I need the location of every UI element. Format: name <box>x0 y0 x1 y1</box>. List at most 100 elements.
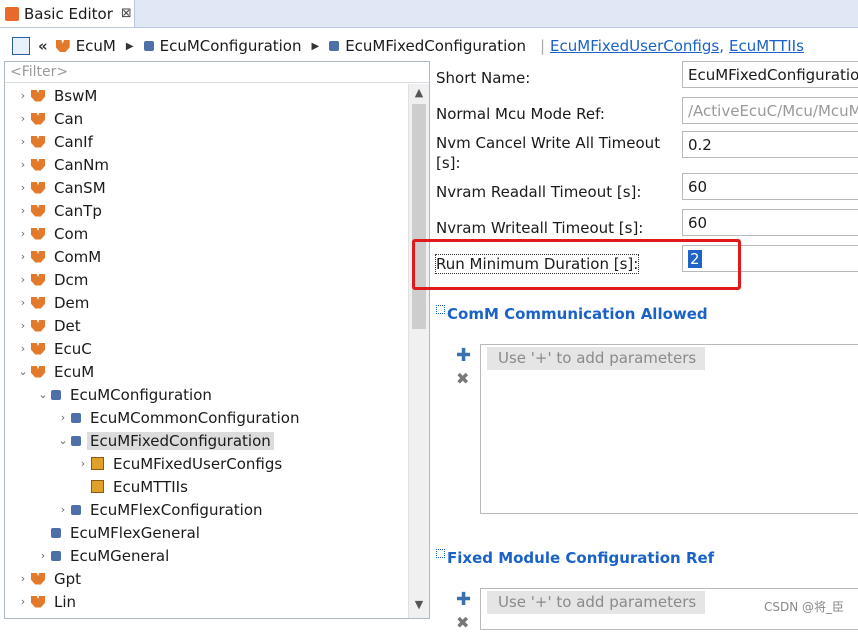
chevron-right-icon[interactable]: › <box>15 135 31 148</box>
container-icon <box>91 457 104 470</box>
tree-item[interactable]: › BswM <box>5 84 405 107</box>
tree-item[interactable]: › EcuC <box>5 337 405 360</box>
tree-item[interactable]: › Det <box>5 314 405 337</box>
tree-item[interactable]: › Dcm <box>5 268 405 291</box>
chevron-right-icon[interactable]: › <box>15 342 31 355</box>
chevron-down-icon[interactable]: ⌄ <box>55 434 71 447</box>
chevron-right-icon[interactable]: › <box>75 457 91 470</box>
tree-item[interactable]: › EcuMFixedUserConfigs <box>5 452 405 475</box>
module-icon <box>31 595 45 608</box>
normal-mcu-mode-ref-label: Normal Mcu Mode Ref: <box>436 105 605 123</box>
tree-item-label: EcuMConfiguration <box>70 385 212 404</box>
tree-item[interactable]: EcuMFlexGeneral <box>5 521 405 544</box>
breadcrumb-ecumfixedconfiguration[interactable]: EcuMFixedConfiguration <box>329 37 526 55</box>
chevron-right-icon[interactable]: › <box>15 227 31 240</box>
tree-item[interactable]: › Dem <box>5 291 405 314</box>
container-icon <box>51 527 61 538</box>
nvm-cancel-write-all-timeout-field[interactable]: 0.2 <box>682 131 858 158</box>
module-icon <box>55 40 70 52</box>
tree-item[interactable]: › EcuMCommonConfiguration <box>5 406 405 429</box>
tree-item[interactable]: ⌄ EcuMFixedConfiguration <box>5 429 405 452</box>
link-ecumfixeduserconfigs[interactable]: EcuMFixedUserConfigs <box>550 37 719 55</box>
nvram-writeall-timeout-label: Nvram Writeall Timeout [s]: <box>436 219 644 237</box>
tree-item-label: EcuMFlexGeneral <box>70 523 200 542</box>
breadcrumb-ecum[interactable]: EcuM <box>55 37 116 55</box>
chevron-right-icon[interactable]: › <box>15 250 31 263</box>
tree-item[interactable]: › CanSM <box>5 176 405 199</box>
tree-item[interactable]: ⌄ EcuM <box>5 360 405 383</box>
breadcrumb: « EcuM ▶ EcuMConfiguration ▶ EcuMFixedCo… <box>0 33 858 59</box>
tree-item[interactable]: › Lin <box>5 590 405 613</box>
chevron-right-icon[interactable]: › <box>55 411 71 424</box>
chevron-right-icon[interactable]: › <box>35 549 51 562</box>
tree-item[interactable]: › ComM <box>5 245 405 268</box>
tree-item[interactable]: › Com <box>5 222 405 245</box>
comm-parameters-list[interactable]: Use '+' to add parameters <box>480 344 858 514</box>
chevron-right-icon[interactable]: › <box>55 503 71 516</box>
tree-item[interactable]: › Can <box>5 107 405 130</box>
chevron-down-icon[interactable]: ⌄ <box>35 388 51 401</box>
editor-icon <box>5 6 19 21</box>
tree-item[interactable]: › Gpt <box>5 567 405 590</box>
container-icon <box>71 412 81 423</box>
scrollbar-thumb[interactable] <box>412 104 426 329</box>
scroll-up-icon[interactable]: ▲ <box>409 86 429 104</box>
chevron-down-icon[interactable]: ⌄ <box>15 365 31 378</box>
tree-item-label: EcuMTTIIs <box>113 477 188 496</box>
tree-item-label: CanIf <box>54 132 93 151</box>
chevron-right-icon[interactable]: › <box>15 181 31 194</box>
tree-item-label: Com <box>54 224 89 243</box>
tree-scrollbar[interactable]: ▲ ▼ <box>408 84 429 618</box>
add-parameter-icon[interactable]: ✚ <box>456 589 471 610</box>
chevron-right-icon[interactable]: › <box>15 572 31 585</box>
add-parameters-hint: Use '+' to add parameters <box>487 591 705 614</box>
chevron-right-icon: ▶ <box>125 40 134 52</box>
short-name-field[interactable]: EcuMFixedConfiguration <box>682 61 858 88</box>
tree-item-label: EcuMFixedConfiguration <box>87 431 274 450</box>
section-fixed-module-configuration-ref[interactable]: Fixed Module Configuration Ref <box>436 549 714 567</box>
chevron-right-icon[interactable]: › <box>15 595 31 608</box>
normal-mcu-mode-ref-field[interactable]: /ActiveEcuC/Mcu/McuM <box>682 97 858 124</box>
filter-input[interactable]: <Filter> <box>5 62 429 83</box>
tree-item[interactable]: › EcuMGeneral <box>5 544 405 567</box>
link-ecumttiis[interactable]: EcuMTTIIs <box>729 37 804 55</box>
nvram-readall-timeout-field[interactable]: 60 <box>682 173 858 200</box>
module-icon <box>31 365 45 378</box>
tree-item[interactable]: ⌄ EcuMConfiguration <box>5 383 405 406</box>
tree-item-label: Lin <box>54 592 77 611</box>
breadcrumb-ecumconfiguration[interactable]: EcuMConfiguration <box>143 37 302 55</box>
chevron-right-icon[interactable]: › <box>15 273 31 286</box>
container-icon <box>91 480 104 493</box>
scroll-down-icon[interactable]: ▼ <box>409 598 429 616</box>
module-icon <box>31 181 45 194</box>
tree-panel: <Filter> › BswM › Can › CanIf › CanNm › CanSM › Can… <box>4 61 430 619</box>
chevron-right-icon[interactable]: › <box>15 204 31 217</box>
tree-item-label: CanSM <box>54 178 106 197</box>
remove-parameter-icon[interactable]: ✖ <box>456 369 469 388</box>
tree-item[interactable]: › CanNm <box>5 153 405 176</box>
module-icon <box>31 250 45 263</box>
chevron-right-icon[interactable]: › <box>15 158 31 171</box>
tree-item[interactable]: › CanTp <box>5 199 405 222</box>
nvram-writeall-timeout-field[interactable]: 60 <box>682 209 858 236</box>
section-comm-communication-allowed[interactable]: ComM Communication Allowed <box>436 305 708 323</box>
container-icon <box>71 504 81 515</box>
chevron-right-icon[interactable]: › <box>15 319 31 332</box>
grid-view-icon[interactable] <box>12 37 30 55</box>
tab-basic-editor[interactable]: Basic Editor ⊠ <box>0 0 135 27</box>
expand-icon[interactable] <box>436 305 445 314</box>
chevron-right-icon[interactable]: › <box>15 89 31 102</box>
module-icon <box>31 572 45 585</box>
tree-item[interactable]: EcuMTTIIs <box>5 475 405 498</box>
nvm-cancel-write-all-timeout-label: Nvm Cancel Write All Timeout [s]: <box>436 134 661 172</box>
expand-icon[interactable] <box>436 549 445 558</box>
chevron-right-icon[interactable]: › <box>15 112 31 125</box>
container-icon <box>51 550 61 561</box>
history-back-icon[interactable]: « <box>38 37 48 55</box>
chevron-right-icon[interactable]: › <box>15 296 31 309</box>
tree-item-label: EcuMFixedUserConfigs <box>113 454 283 473</box>
tree-item[interactable]: › CanIf <box>5 130 405 153</box>
add-parameter-icon[interactable]: ✚ <box>456 345 471 366</box>
tree-item[interactable]: › EcuMFlexConfiguration <box>5 498 405 521</box>
close-icon[interactable]: ⊠ <box>121 6 132 21</box>
